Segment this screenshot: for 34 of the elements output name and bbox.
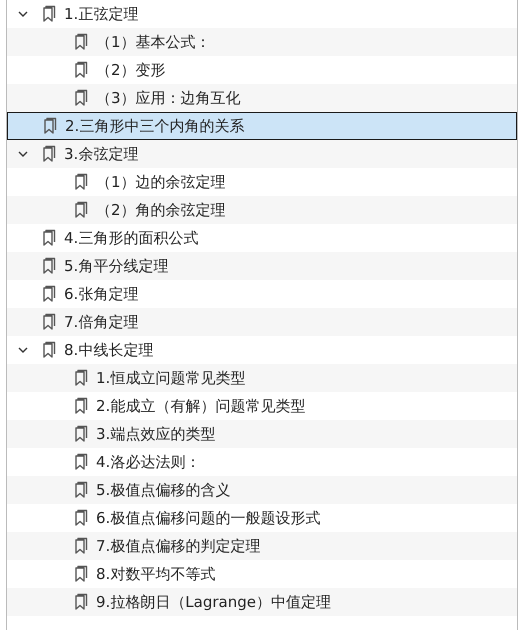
bookmark-icon — [73, 593, 89, 611]
bookmark-icon — [41, 341, 57, 359]
bookmark-icon — [41, 285, 57, 303]
bookmark-icon — [41, 257, 57, 275]
bookmark-item[interactable]: （2）角的余弦定理 — [7, 196, 517, 224]
bookmark-icon — [73, 369, 89, 387]
bookmark-icon — [41, 145, 57, 163]
bookmark-icon — [73, 61, 89, 79]
bookmark-item[interactable]: 9.拉格朗日（Lagrange）中值定理 — [7, 588, 517, 616]
bookmark-item[interactable]: 5.角平分线定理 — [7, 252, 517, 280]
bookmark-icon — [73, 537, 89, 555]
bookmark-item[interactable]: 7.倍角定理 — [7, 308, 517, 336]
bookmark-item[interactable]: （3）应用：边角互化 — [7, 84, 517, 112]
bookmark-item[interactable]: 3.余弦定理 — [7, 140, 517, 168]
bookmark-icon — [41, 313, 57, 331]
bookmark-icon — [73, 509, 89, 527]
bookmark-icon — [73, 201, 89, 219]
bookmark-item[interactable]: 1.恒成立问题常见类型 — [7, 364, 517, 392]
bookmark-item[interactable]: 7.极值点偏移的判定定理 — [7, 532, 517, 560]
bookmark-icon — [73, 397, 89, 415]
bookmark-icon — [73, 453, 89, 471]
bookmark-item[interactable]: 3.端点效应的类型 — [7, 420, 517, 448]
bookmark-icon — [73, 33, 89, 51]
bookmark-icon — [73, 565, 89, 583]
bookmark-icon — [41, 5, 57, 23]
bookmark-icon — [41, 229, 57, 247]
bookmark-icon — [73, 481, 89, 499]
bookmark-icon — [73, 173, 89, 191]
bookmark-item[interactable]: 5.极值点偏移的含义 — [7, 476, 517, 504]
bookmark-icon — [73, 89, 89, 107]
bookmark-item[interactable]: 2.三角形中三个内角的关系 — [7, 112, 517, 140]
bookmark-icon — [73, 425, 89, 443]
bookmark-icon — [42, 117, 58, 135]
bookmark-item[interactable]: （1）基本公式： — [7, 28, 517, 56]
